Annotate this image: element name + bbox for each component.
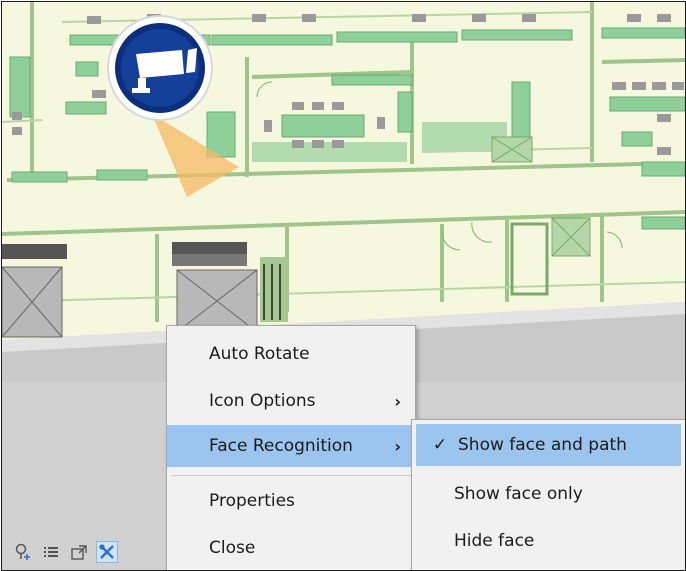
menu-item-label: Close (209, 538, 256, 558)
menu-item-label: Face Recognition (209, 436, 353, 456)
menu-item-icon-options[interactable]: Icon Options › (167, 380, 415, 422)
checkmark-icon: ✓ (432, 435, 448, 455)
list-icon (44, 547, 58, 557)
submenu-item-show-face-only[interactable]: Show face only (412, 473, 685, 515)
chevron-right-icon: › (394, 391, 401, 411)
menu-item-label: Properties (209, 491, 295, 511)
menu-item-label: Auto Rotate (209, 344, 310, 364)
submenu-item-label: Show face and path (458, 435, 627, 455)
list-button[interactable] (40, 541, 62, 563)
menu-item-properties[interactable]: Properties (167, 480, 415, 522)
menu-item-auto-rotate[interactable]: Auto Rotate (167, 333, 415, 375)
menu-item-close[interactable]: Close (167, 527, 415, 569)
menu-item-label: Icon Options (209, 391, 316, 411)
app-window: Auto Rotate Icon Options › Face Recognit… (1, 1, 686, 571)
face-recognition-submenu: ✓ Show face and path Show face only Hide… (411, 419, 685, 570)
map-toolbar (12, 541, 118, 567)
map-export-icon (71, 545, 87, 560)
menu-separator (171, 475, 411, 476)
submenu-item-label: Hide face (454, 531, 535, 551)
submenu-item-show-face-and-path[interactable]: ✓ Show face and path (416, 424, 681, 466)
map-pin-icon (15, 543, 30, 560)
submenu-item-label: Show face only (454, 484, 583, 504)
map-pin-button[interactable] (12, 541, 34, 563)
tools-icon (99, 544, 114, 559)
tools-button[interactable] (96, 541, 118, 563)
chevron-right-icon: › (394, 436, 401, 456)
map-export-button[interactable] (68, 541, 90, 563)
menu-item-face-recognition[interactable]: Face Recognition › (167, 425, 415, 467)
submenu-item-hide-face[interactable]: Hide face (412, 520, 685, 562)
context-menu: Auto Rotate Icon Options › Face Recognit… (166, 325, 416, 570)
security-camera-icon[interactable] (107, 15, 213, 121)
